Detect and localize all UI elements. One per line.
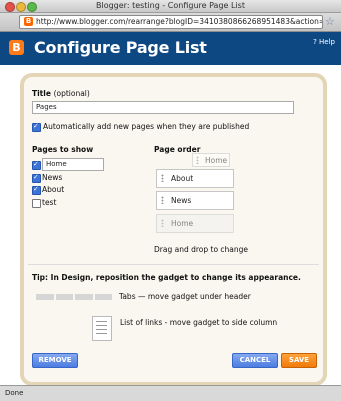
- home-checkbox[interactable]: [32, 160, 41, 170]
- tip-text: Tip: In Design, reposition the gadget to…: [32, 273, 301, 282]
- test-checkbox[interactable]: [32, 199, 41, 208]
- order-item-home-placeholder[interactable]: Home: [156, 214, 234, 233]
- order-item-news[interactable]: News: [156, 191, 234, 210]
- config-panel: Title (optional) Pages Automatically add…: [20, 73, 327, 386]
- title-input[interactable]: Pages: [32, 101, 294, 114]
- order-item-label: About: [171, 174, 194, 183]
- dialog-content: Title (optional) Pages Automatically add…: [0, 65, 341, 386]
- test-label: test: [42, 198, 57, 207]
- order-item-label: News: [171, 196, 192, 205]
- order-item-about[interactable]: About: [156, 169, 234, 188]
- news-label: News: [42, 173, 63, 182]
- address-bar[interactable]: B http://www.blogger.com/rearrange?blogI…: [19, 15, 323, 29]
- auto-add-checkbox[interactable]: [32, 122, 41, 132]
- dragging-item[interactable]: Home: [192, 153, 230, 167]
- about-label: About: [42, 185, 65, 194]
- news-checkbox[interactable]: [32, 173, 41, 183]
- drag-handle-icon: [161, 196, 164, 204]
- cancel-button[interactable]: CANCEL: [232, 353, 278, 368]
- window-title-bar: Blogger: testing - Configure Page List: [0, 0, 341, 13]
- bookmark-star-icon[interactable]: ☆: [325, 15, 335, 28]
- blogger-logo-icon: B: [9, 40, 24, 55]
- status-text: Done: [5, 389, 24, 397]
- save-button[interactable]: SAVE: [281, 353, 317, 368]
- page-title: Configure Page List: [34, 38, 207, 57]
- list-hint: List of links - move gadget to side colu…: [120, 318, 278, 327]
- drag-handle-icon: [196, 156, 199, 164]
- title-input-value: Pages: [36, 103, 57, 111]
- pages-to-show-label: Pages to show: [32, 145, 94, 154]
- title-label: Title (optional): [32, 89, 90, 98]
- dialog-header: B Configure Page List ? Help: [0, 32, 341, 65]
- title-label-text: Title: [32, 89, 51, 98]
- tabs-hint: Tabs — move gadget under header: [119, 292, 251, 301]
- list-preview-icon: [92, 316, 112, 341]
- status-bar: Done: [0, 385, 341, 401]
- help-link[interactable]: ? Help: [313, 38, 335, 46]
- order-item-label: Home: [171, 219, 194, 228]
- home-page-input-value: Home: [46, 160, 67, 168]
- window-title: Blogger: testing - Configure Page List: [96, 1, 245, 10]
- auto-add-label: Automatically add new pages when they ar…: [43, 122, 250, 131]
- divider: [28, 264, 319, 265]
- drag-hint: Drag and drop to change: [154, 245, 249, 254]
- dragging-item-label: Home: [205, 156, 228, 165]
- drag-handle-icon: [161, 219, 164, 227]
- blogger-favicon-icon: B: [24, 17, 33, 26]
- browser-toolbar: B http://www.blogger.com/rearrange?blogI…: [0, 13, 341, 32]
- drag-handle-icon: [161, 174, 164, 182]
- tabs-preview-icon: [36, 294, 112, 300]
- remove-button[interactable]: REMOVE: [32, 353, 78, 368]
- home-page-input[interactable]: Home: [42, 158, 104, 171]
- url-text: http://www.blogger.com/rearrange?blogID=…: [36, 17, 323, 26]
- title-optional-text: (optional): [53, 89, 90, 98]
- about-checkbox[interactable]: [32, 185, 41, 195]
